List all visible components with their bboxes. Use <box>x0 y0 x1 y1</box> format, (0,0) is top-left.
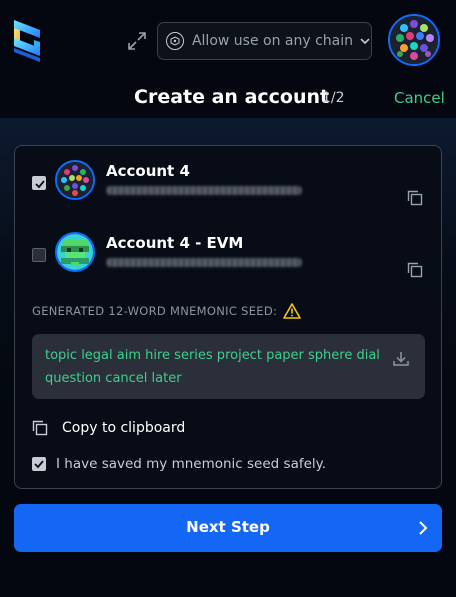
account-address-redacted <box>106 258 302 267</box>
chevron-right-icon <box>419 521 428 535</box>
step-indicator: 1/2 <box>322 90 345 106</box>
account-avatar-icon <box>55 232 95 272</box>
account-item[interactable]: Account 4 - EVM <box>15 232 443 292</box>
copy-icon[interactable] <box>407 262 423 278</box>
account-avatar[interactable] <box>388 14 440 66</box>
expand-icon[interactable] <box>127 31 147 51</box>
seed-label-text: GENERATED 12-WORD MNEMONIC SEED: <box>32 304 278 318</box>
account-item[interactable]: Account 4 <box>15 160 443 220</box>
download-icon[interactable] <box>392 350 410 368</box>
cancel-button[interactable]: Cancel <box>394 89 445 107</box>
warning-icon <box>283 303 302 319</box>
copy-icon[interactable] <box>407 190 423 206</box>
account-checkbox[interactable] <box>32 176 46 190</box>
header-row: Create an account 1/2 Cancel <box>0 78 456 118</box>
account-avatar-icon <box>55 160 95 200</box>
chain-selector-dropdown[interactable]: Allow use on any chain <box>157 22 372 60</box>
page-title: Create an account <box>134 86 330 108</box>
next-step-button[interactable]: Next Step <box>14 504 442 552</box>
seed-label: GENERATED 12-WORD MNEMONIC SEED: <box>32 303 302 319</box>
logo-icon <box>14 20 40 62</box>
seed-phrase-box: topic legal aim hire series project pape… <box>32 334 425 399</box>
chain-selector-label: Allow use on any chain <box>191 33 354 49</box>
account-panel: Account 4 Account 4 - EVM GENERATED 12-W… <box>14 145 442 489</box>
copy-to-clipboard-label: Copy to clipboard <box>62 420 186 436</box>
seed-phrase-text: topic legal aim hire series project pape… <box>45 348 380 386</box>
saved-seed-label: I have saved my mnemonic seed safely. <box>56 456 326 472</box>
account-name: Account 4 <box>106 162 190 180</box>
account-name: Account 4 - EVM <box>106 234 244 252</box>
network-icon <box>166 32 184 50</box>
chevron-down-icon <box>360 38 370 45</box>
top-bar: Allow use on any chain <box>0 0 456 78</box>
next-step-label: Next Step <box>186 518 270 536</box>
account-checkbox[interactable] <box>32 248 46 262</box>
copy-to-clipboard-button[interactable]: Copy to clipboard <box>32 418 185 438</box>
account-address-redacted <box>106 186 302 195</box>
copy-icon <box>32 420 48 436</box>
saved-seed-confirmation[interactable]: I have saved my mnemonic seed safely. <box>32 455 326 473</box>
saved-seed-checkbox[interactable] <box>32 457 46 471</box>
